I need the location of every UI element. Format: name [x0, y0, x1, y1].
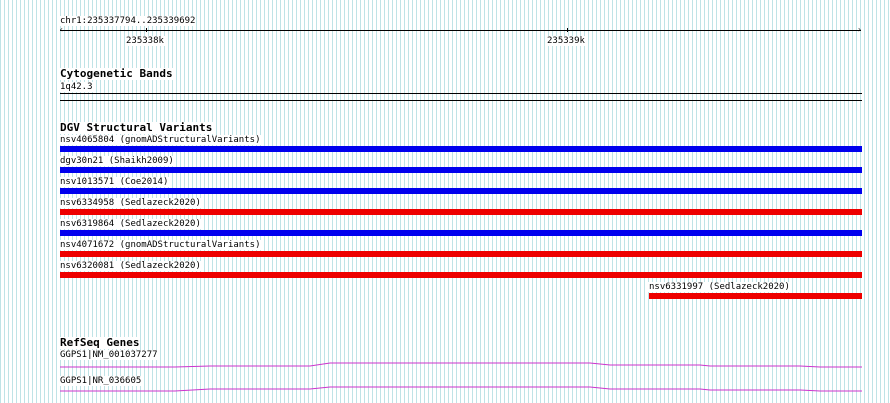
gene-model-nr-036605[interactable]: [0, 0, 890, 403]
